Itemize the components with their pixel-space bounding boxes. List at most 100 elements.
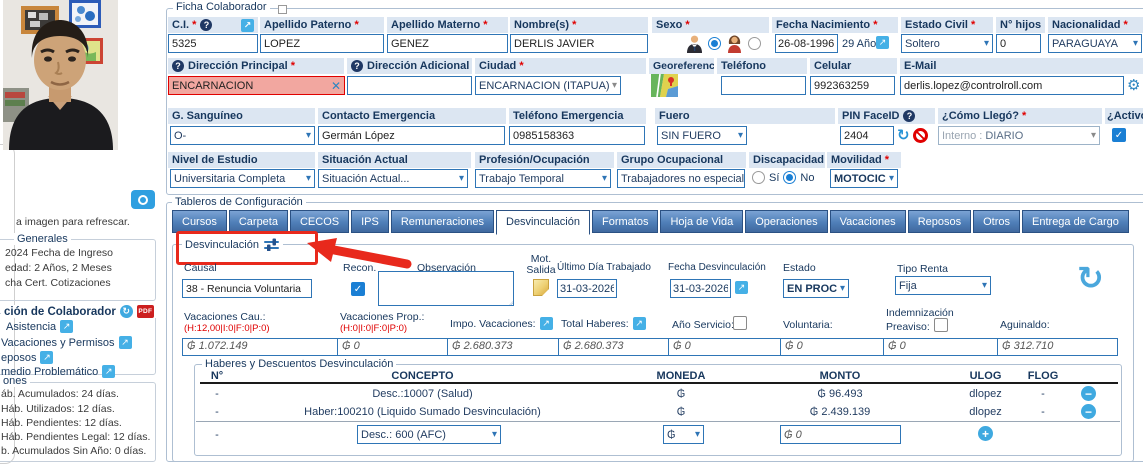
camera-icon[interactable] <box>131 190 155 209</box>
entry-moneda-select[interactable]: ₲ <box>663 425 704 444</box>
vac-cau-label: Vacaciones Cau.: <box>184 311 266 323</box>
sidebar-link-reposos[interactable]: eposos <box>1 351 54 364</box>
fecha-desv-input[interactable] <box>670 279 731 298</box>
tab-desvinculacion[interactable]: Desvinculación <box>496 210 590 235</box>
app-window: a imagen para refrescar. Generales 2024 … <box>0 0 1143 464</box>
pdf-icon[interactable]: PDF <box>136 305 154 318</box>
pin-faceid-input[interactable] <box>840 126 894 145</box>
tab-cursos[interactable]: Cursos <box>172 210 227 233</box>
employee-photo[interactable] <box>3 0 118 150</box>
chevron-down-icon <box>982 281 987 291</box>
preaviso-checkbox[interactable] <box>934 318 948 332</box>
fecha-nacimiento-input[interactable] <box>775 34 838 53</box>
fuero-select[interactable]: SIN FUERO <box>657 126 747 145</box>
apellido-paterno-input[interactable] <box>260 34 384 53</box>
help-icon[interactable] <box>351 60 363 72</box>
telefono-input[interactable] <box>721 76 806 95</box>
entry-concepto-select[interactable]: Desc.: 600 (AFC) <box>357 425 501 444</box>
map-icon[interactable] <box>651 74 678 97</box>
ano-servicio-checkbox[interactable] <box>733 316 747 330</box>
ci-input[interactable] <box>168 34 258 53</box>
external-link-icon[interactable] <box>539 317 553 330</box>
como-llego-value: DIARIO <box>985 129 1024 142</box>
movilidad-select[interactable]: MOTOCIC <box>830 169 898 188</box>
mot-label-2: Salida <box>526 264 556 276</box>
recalculate-icon[interactable] <box>1077 262 1104 294</box>
tab-hoja-de-vida[interactable]: Hoja de Vida <box>660 210 744 233</box>
add-row-button[interactable] <box>978 426 993 441</box>
fecha-desv-link-icon[interactable] <box>735 281 748 294</box>
observacion-textarea[interactable] <box>378 271 514 306</box>
tab-formatos[interactable]: Formatos <box>591 210 659 233</box>
tab-ips[interactable]: IPS <box>351 210 389 233</box>
tab-operaciones[interactable]: Operaciones <box>745 210 828 233</box>
tab-vacaciones[interactable]: Vacaciones <box>829 210 906 233</box>
grupo-ocupacional-select[interactable]: Trabajadores no especializ <box>617 169 745 188</box>
col-header-ulog: ULOG <box>969 370 1002 382</box>
direccion-adicional-label: Dirección Adicional <box>367 60 470 72</box>
telefono-emergencia-input[interactable] <box>509 126 645 145</box>
col-header-monto: MONTO <box>819 370 861 382</box>
apellido-materno-input[interactable] <box>387 34 508 53</box>
generales-line: edad: 2 Años, 2 Meses <box>5 262 112 274</box>
sidebar-link-vacaciones-permisos[interactable]: Vacaciones y Permisos <box>1 336 132 349</box>
tab-entrega-de-cargo[interactable]: Entrega de Cargo <box>1022 210 1129 233</box>
external-link-icon[interactable] <box>632 317 646 330</box>
nombres-input[interactable] <box>510 34 648 53</box>
sexo-male-radio[interactable] <box>708 37 721 50</box>
tab-otros[interactable]: Otros <box>973 210 1021 233</box>
recon-checkbox[interactable] <box>351 282 365 296</box>
tab-reposos[interactable]: Reposos <box>907 210 972 233</box>
sexo-female-radio[interactable] <box>748 37 761 50</box>
direccion-principal-input[interactable]: ENCARNACION <box>168 76 345 95</box>
profesion-select[interactable]: Trabajo Temporal <box>475 169 611 188</box>
tab-carpeta[interactable]: Carpeta <box>228 210 288 233</box>
indemnizacion-value: ₲ 0 <box>883 338 998 356</box>
tipo-renta-select[interactable]: Fija <box>895 276 991 295</box>
refresh-icon[interactable] <box>119 305 133 318</box>
edad-link-icon[interactable] <box>876 36 889 49</box>
header-como-llego: ¿Cómo Llegó? <box>938 108 1102 124</box>
email-settings-icon[interactable] <box>1127 78 1140 93</box>
help-icon[interactable] <box>200 19 213 31</box>
help-icon[interactable] <box>903 110 916 122</box>
remove-row-button[interactable] <box>1081 404 1096 419</box>
discapacidad-no-radio[interactable] <box>783 171 797 184</box>
header-grupo-ocupacional: Grupo Ocupacional <box>617 152 746 168</box>
celular-input[interactable] <box>810 76 895 95</box>
clear-icon[interactable] <box>331 79 341 93</box>
remove-row-button[interactable] <box>1081 386 1096 401</box>
ano-servicio-value: ₲ 0 <box>668 338 781 356</box>
contacto-emergencia-input[interactable] <box>318 126 505 145</box>
estado-select[interactable]: EN PROC <box>783 279 849 298</box>
vacaciones-stats-title: ones <box>0 375 30 387</box>
n-hijos-input[interactable] <box>996 34 1041 53</box>
email-input[interactable] <box>900 76 1124 95</box>
discapacidad-si-radio[interactable] <box>752 171 765 184</box>
apellido-materno-label: Apellido Materno <box>391 19 488 31</box>
chevron-down-icon <box>602 174 607 184</box>
pin-refresh-icon[interactable] <box>897 128 910 143</box>
causal-input[interactable] <box>182 279 312 298</box>
tab-remuneraciones[interactable]: Remuneraciones <box>390 210 494 233</box>
sidebar-link-asistencia[interactable]: Asistencia <box>6 320 74 333</box>
g-sanguineo-select[interactable]: O- <box>170 126 315 145</box>
g-sanguineo-label: G. Sanguíneo <box>172 110 243 122</box>
situacion-actual-select[interactable]: Situación Actual... <box>318 169 468 188</box>
direccion-adicional-input[interactable] <box>347 76 472 95</box>
help-icon[interactable] <box>172 60 184 72</box>
ciudad-select[interactable]: ENCARNACION (ITAPUA) <box>475 76 621 95</box>
entry-monto-input[interactable] <box>780 425 901 444</box>
como-llego-select[interactable]: Interno : DIARIO <box>938 126 1100 145</box>
row-concepto: Haber:100210 (Liquido Sumado Desvinculac… <box>304 406 541 418</box>
nivel-estudio-select[interactable]: Universitaria Completa <box>170 169 315 188</box>
activo-checkbox[interactable] <box>1112 128 1126 142</box>
nacionalidad-select[interactable]: PARAGUAYA <box>1048 34 1142 53</box>
open-ci-icon[interactable] <box>241 18 254 32</box>
pin-block-icon[interactable] <box>913 128 928 143</box>
tab-cecos[interactable]: CECOS <box>289 210 350 233</box>
georeferenciar-label: Georeferenciar <box>653 60 714 72</box>
ultimo-dia-input[interactable] <box>557 279 617 298</box>
mot-salida-icon[interactable] <box>533 279 549 296</box>
estado-civil-select[interactable]: Soltero <box>901 34 993 53</box>
